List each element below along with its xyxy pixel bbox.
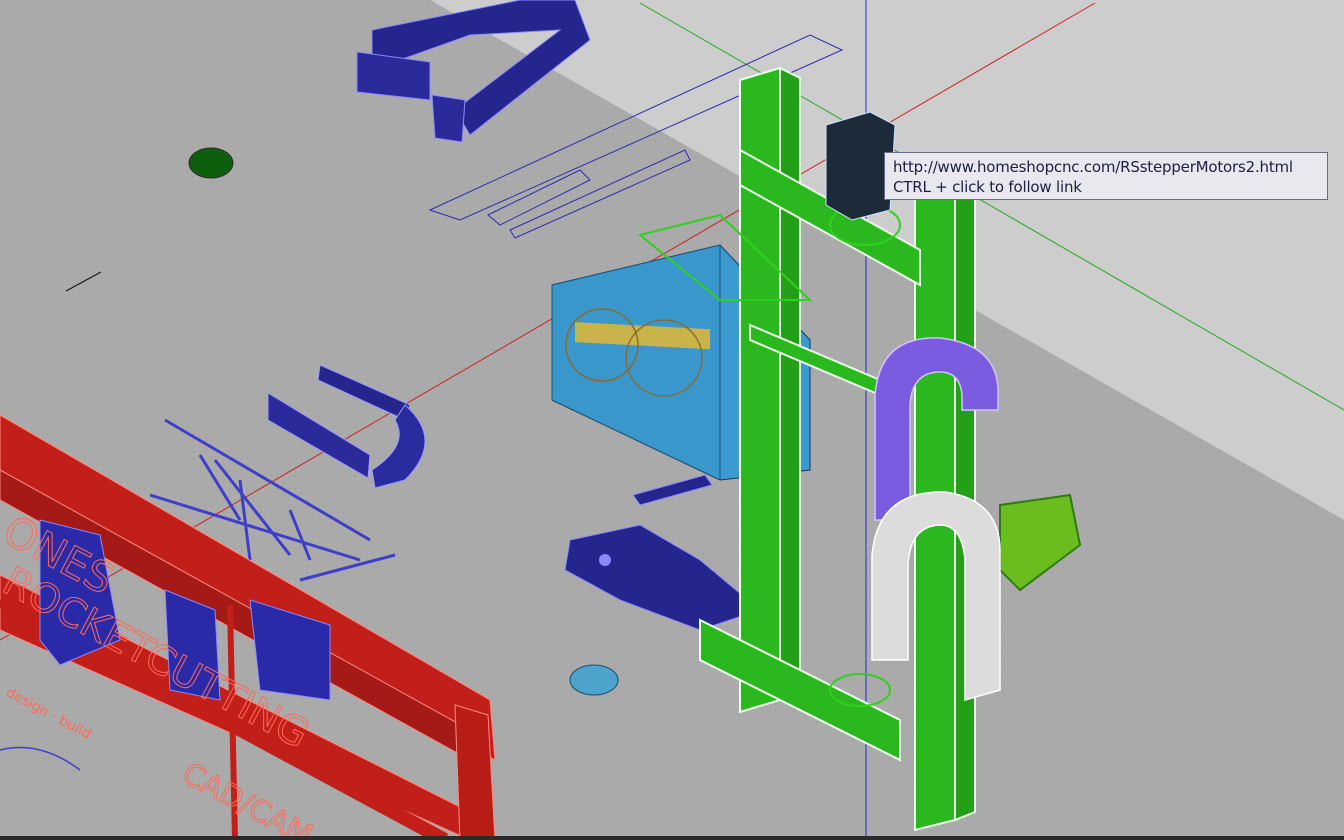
- tooltip-hint: CTRL + click to follow link: [893, 178, 1082, 196]
- round-plate-green[interactable]: [188, 147, 234, 179]
- tooltip-url[interactable]: http://www.homeshopcnc.com/RSstepperMoto…: [893, 157, 1321, 177]
- cad-viewport[interactable]: ONES ROCKETCUTTING design · build CAD/CA…: [0, 0, 1344, 840]
- drawing-canvas[interactable]: ONES ROCKETCUTTING design · build CAD/CA…: [0, 0, 1344, 840]
- hyperlink-tooltip[interactable]: http://www.homeshopcnc.com/RSstepperMoto…: [884, 152, 1328, 200]
- bottom-edge: [0, 836, 1344, 840]
- round-flange[interactable]: [569, 664, 619, 696]
